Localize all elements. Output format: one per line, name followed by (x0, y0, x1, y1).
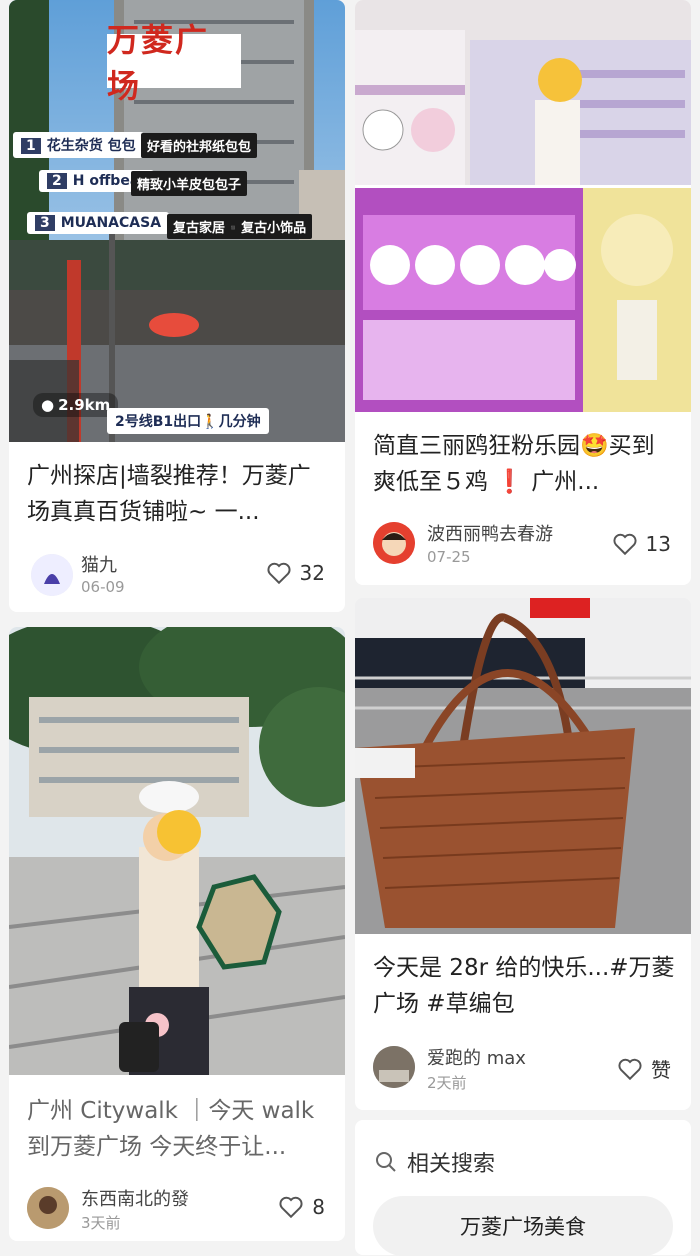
post-card-wanling-guide[interactable]: 万菱广场 1 花生杂货 包包 好看的社邦纸包包 2H offbeat 精致小羊皮包… (9, 0, 345, 612)
author-name[interactable]: 爱跑的 max (427, 1044, 526, 1070)
search-icon (376, 1152, 396, 1172)
post-card-citywalk[interactable]: 广州 Citywalk ｜今天 walk 到万菱广场 今天终于让... 东西南北… (9, 627, 345, 1241)
woven-bag-photo (355, 598, 691, 934)
post-card-sanrio[interactable]: 简直三丽鸥狂粉乐园🤩买到爽低至５鸡 ❗️ 广州... 波西丽鸭去春游 07-25… (355, 0, 691, 585)
author-avatar[interactable] (31, 554, 73, 596)
cover-route: 2号线B1出口🚶几分钟 (107, 408, 269, 434)
post-title[interactable]: 广州探店|墙裂推荐！万菱广场真真百货铺啦~ 一... (27, 458, 329, 530)
like-button[interactable]: 8 (278, 1195, 325, 1219)
author-avatar[interactable] (27, 1187, 69, 1229)
author-avatar[interactable] (373, 1046, 415, 1088)
cover-tag-3-note: 复古家居▪️复古小饰品 (167, 214, 313, 239)
post-title[interactable]: 今天是 28r 给的快乐...#万菱广场 #草编包 (373, 950, 675, 1022)
heart-icon (279, 1196, 303, 1219)
author-name[interactable]: 东西南北的發 (81, 1185, 189, 1211)
street-photo-girl-with-fan (9, 627, 345, 1075)
author-name[interactable]: 猫九 (81, 551, 117, 577)
post-card-straw-bag[interactable]: 今天是 28r 给的快乐...#万菱广场 #草编包 爱跑的 max 2天前 赞 (355, 598, 691, 1110)
post-cover-image[interactable]: 万菱广场 1 花生杂货 包包 好看的社邦纸包包 2H offbeat 精致小羊皮包… (9, 0, 345, 442)
cover-tag-1-note: 好看的社邦纸包包 (141, 133, 258, 158)
related-search-card: 相关搜索 万菱广场美食 (355, 1120, 691, 1256)
heart-icon (618, 1058, 642, 1080)
like-count: 13 (645, 532, 671, 556)
post-date: 2天前 (427, 1074, 467, 1092)
post-date: 3天前 (81, 1214, 121, 1232)
post-cover-image[interactable] (355, 598, 691, 934)
post-title[interactable]: 广州 Citywalk ｜今天 walk 到万菱广场 今天终于让... (27, 1093, 329, 1165)
post-cover-image[interactable] (9, 627, 345, 1075)
related-search-suggestion[interactable]: 万菱广场美食 (373, 1196, 673, 1256)
like-count: 8 (312, 1195, 325, 1219)
heart-icon (613, 533, 637, 556)
like-button[interactable]: 13 (612, 532, 671, 556)
cover-distance: ● 2.9km (33, 393, 119, 417)
related-search-header: 相关搜索 (375, 1146, 495, 1178)
cover-tag-3: 3 MUANACASA (27, 212, 170, 234)
location-pin-icon: ● (41, 396, 55, 414)
like-count: 赞 (651, 1058, 671, 1082)
post-title[interactable]: 简直三丽鸥狂粉乐园🤩买到爽低至５鸡 ❗️ 广州... (373, 428, 675, 500)
author-name[interactable]: 波西丽鸭去春游 (427, 520, 553, 546)
post-date: 07-25 (427, 548, 471, 566)
cover-tag-1: 1 花生杂货 包包 (13, 132, 144, 158)
heart-icon (267, 562, 291, 585)
cover-title: 万菱广场 (107, 21, 241, 105)
post-date: 06-09 (81, 578, 125, 596)
author-avatar[interactable] (373, 522, 415, 564)
related-search-label: 相关搜索 (407, 1152, 496, 1177)
like-button[interactable]: 32 (266, 561, 325, 585)
like-button[interactable]: 赞 (617, 1054, 671, 1083)
cover-tag-2-note: 精致小羊皮包包子 (131, 171, 248, 196)
like-count: 32 (299, 561, 325, 585)
sanrio-store-collage (355, 0, 691, 412)
post-cover-image[interactable] (355, 0, 691, 412)
